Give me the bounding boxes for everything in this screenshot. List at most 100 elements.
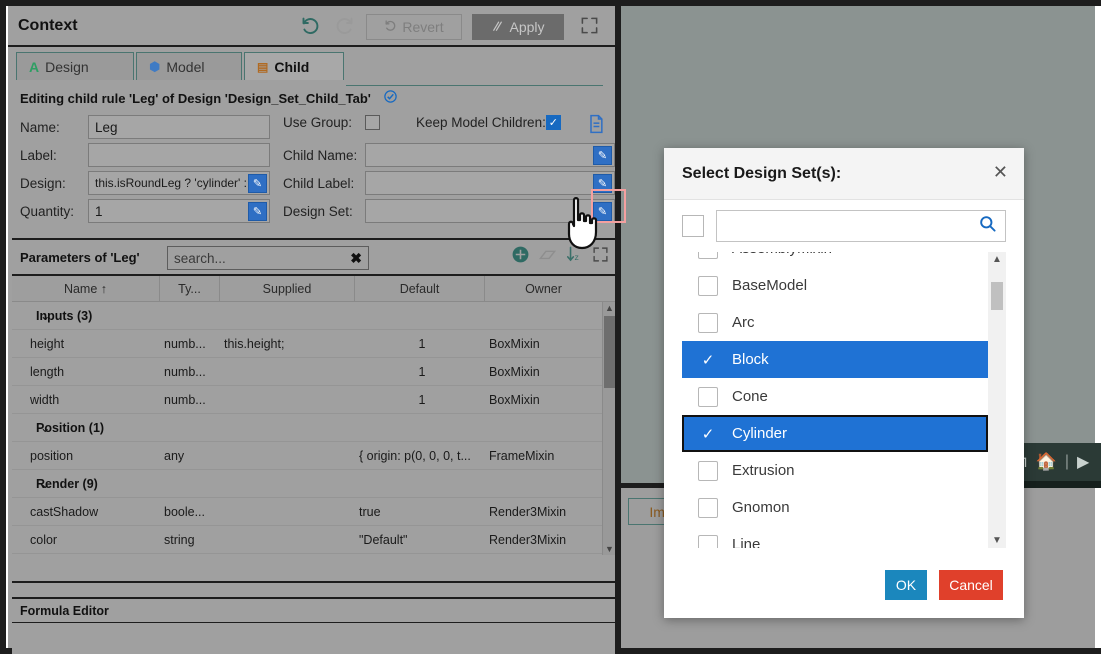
list-item-label: BaseModel [732, 277, 808, 294]
parameters-search-input[interactable]: search... ✖ [167, 246, 369, 270]
parameters-table-header: Name ↑ Ty... Supplied Default Owner [12, 275, 615, 302]
list-item[interactable]: Arc [682, 304, 1006, 341]
table-row[interactable]: height numb... this.height; 1 BoxMixin [12, 330, 615, 358]
undo-icon[interactable] [298, 15, 322, 39]
design-set-list[interactable]: AssemblyMixin BaseModel Arc ✓ Block Cone [682, 252, 1006, 548]
scroll-down-icon[interactable]: ▼ [605, 544, 614, 554]
design-set-input[interactable]: ✎ [365, 199, 615, 223]
add-circle-icon[interactable] [511, 245, 530, 269]
tab-child-label: Child [274, 58, 310, 75]
cancel-button[interactable]: Cancel [938, 569, 1004, 601]
list-item-checkbox[interactable] [698, 275, 718, 296]
scroll-up-icon[interactable]: ▲ [992, 254, 1002, 265]
cell-name: width [30, 392, 60, 407]
quantity-input[interactable]: 1 ✎ [88, 199, 270, 223]
column-header-owner[interactable]: Owner [485, 276, 602, 302]
tab-child[interactable]: ▤ Child [244, 52, 344, 80]
apply-label: Apply [509, 18, 545, 35]
eraser-icon [538, 245, 557, 269]
check-circle-icon[interactable] [383, 89, 398, 107]
list-item[interactable]: ✓ Cylinder [682, 415, 988, 452]
scroll-down-icon[interactable]: ▼ [992, 535, 1002, 546]
column-header-default[interactable]: Default [355, 275, 485, 302]
expand-icon[interactable] [580, 16, 599, 40]
name-input[interactable]: Leg [88, 115, 270, 139]
label-input[interactable] [88, 143, 270, 167]
list-item[interactable]: BaseModel [682, 267, 1006, 304]
design-set-edit-pencil-icon[interactable]: ✎ [593, 202, 612, 221]
parameters-table-body: ⌄ Inputs (3) height numb... this.height;… [12, 302, 615, 555]
cell-owner: BoxMixin [489, 336, 540, 351]
table-row[interactable]: castShadow boole... true Render3Mixin [12, 498, 615, 526]
chevron-down-icon[interactable]: ⌄ [40, 476, 50, 491]
table-row[interactable]: length numb... 1 BoxMixin [12, 358, 615, 386]
dialog-search-input[interactable] [716, 210, 1006, 242]
table-row[interactable]: position any { origin: p(0, 0, 0, t... F… [12, 442, 615, 470]
check-icon[interactable]: ✓ [698, 351, 718, 369]
table-group-row[interactable]: ⌄ Position (1) [12, 414, 615, 442]
check-icon[interactable]: ✓ [698, 425, 718, 443]
search-icon[interactable] [978, 214, 997, 238]
design-input[interactable]: this.isRoundLeg ? 'cylinder' : ' ✎ [88, 171, 270, 195]
quantity-edit-pencil-icon[interactable]: ✎ [248, 202, 267, 221]
design-edit-pencil-icon[interactable]: ✎ [248, 174, 267, 193]
tab-design[interactable]: A Design [16, 52, 134, 80]
home-icon[interactable]: 🏠 [1036, 452, 1057, 472]
scrollbar-thumb[interactable] [991, 282, 1003, 310]
use-group-checkbox[interactable] [365, 115, 380, 130]
parameters-expand-icon[interactable] [592, 246, 609, 268]
column-header-supplied[interactable]: Supplied [220, 275, 355, 302]
column-header-name[interactable]: Name ↑ [12, 275, 160, 302]
tab-model[interactable]: ⬢ Model [136, 52, 242, 80]
scroll-up-icon[interactable]: ▲ [605, 303, 614, 313]
cell-name: height [30, 336, 65, 351]
clear-x-icon[interactable]: ✖ [350, 250, 362, 267]
cell-default: true [359, 504, 381, 519]
sort-az-icon[interactable]: z [565, 245, 584, 269]
chevron-down-icon[interactable]: ⌄ [40, 420, 50, 435]
design-set-label: Design Set: [283, 203, 353, 219]
cell-owner: Render3Mixin [489, 504, 567, 519]
hierarchy-icon: ▤ [257, 59, 269, 74]
background-dark-toolbar: ⊓ 🏠 | ▶ [1012, 443, 1101, 481]
cell-owner: BoxMixin [489, 364, 540, 379]
list-item-label: Gnomon [732, 499, 790, 516]
screen: Imm ⊓ 🏠 | ▶ Context [0, 0, 1101, 654]
table-group-row[interactable]: ⌄ Inputs (3) [12, 302, 615, 330]
list-item[interactable]: Gnomon [682, 489, 1006, 526]
list-item[interactable]: Extrusion [682, 452, 1006, 489]
list-item-checkbox[interactable] [698, 534, 718, 548]
list-item-checkbox[interactable] [698, 312, 718, 333]
table-row[interactable]: color string "Default" Render3Mixin [12, 526, 615, 554]
chevron-down-icon[interactable]: ⌄ [40, 308, 50, 323]
parameters-scrollbar[interactable]: ▲ ▼ [602, 302, 615, 555]
child-label-input[interactable]: ✎ [365, 171, 615, 195]
list-item-checkbox[interactable] [698, 252, 718, 259]
keep-model-children-checkbox[interactable]: ✓ [545, 115, 561, 130]
child-label-edit-pencil-icon[interactable]: ✎ [593, 174, 612, 193]
list-item-checkbox[interactable] [698, 460, 718, 481]
list-item[interactable]: AssemblyMixin [682, 252, 1006, 267]
list-item[interactable]: Cone [682, 378, 1006, 415]
select-all-checkbox[interactable] [682, 215, 704, 237]
cursor-arrow-icon[interactable]: ▶ [1077, 452, 1089, 472]
ok-button[interactable]: OK [884, 569, 928, 601]
child-name-input[interactable]: ✎ [365, 143, 615, 167]
context-title: Context [18, 16, 78, 34]
dialog-header: Select Design Set(s): ✕ [664, 148, 1024, 200]
document-button[interactable] [586, 113, 606, 140]
cell-supplied: this.height; [224, 336, 285, 351]
scrollbar-thumb[interactable] [604, 316, 615, 388]
list-item[interactable]: Line [682, 526, 1006, 548]
close-icon[interactable]: ✕ [993, 162, 1008, 183]
list-item[interactable]: ✓ Block [682, 341, 988, 378]
list-scrollbar[interactable]: ▲ ▼ [988, 252, 1006, 548]
list-item-checkbox[interactable] [698, 497, 718, 518]
table-group-row[interactable]: ⌄ Render (9) [12, 470, 615, 498]
cube-icon: ⬢ [149, 58, 161, 74]
list-item-checkbox[interactable] [698, 386, 718, 407]
cell-name: castShadow [30, 504, 99, 519]
table-row[interactable]: width numb... 1 BoxMixin [12, 386, 615, 414]
column-header-type[interactable]: Ty... [160, 275, 220, 302]
child-name-edit-pencil-icon[interactable]: ✎ [593, 146, 612, 165]
